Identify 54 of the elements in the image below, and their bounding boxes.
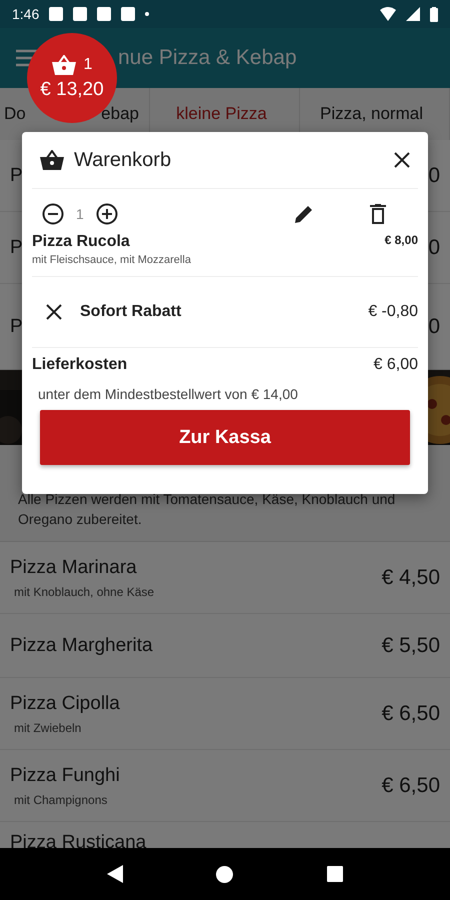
notification-icon <box>49 7 64 21</box>
cart-total: € 13,20 <box>40 79 104 101</box>
more-notifications-icon <box>145 12 150 16</box>
notification-icon <box>73 7 88 21</box>
notification-icon <box>97 7 112 21</box>
close-button[interactable] <box>394 152 410 168</box>
status-time: 1:46 <box>12 6 40 22</box>
app-title: nue Pizza & Kebap <box>118 46 297 70</box>
dialog-title: Warenkorb <box>74 148 172 172</box>
delivery-amount: € 6,00 <box>374 356 418 374</box>
item-description: mit Champignons <box>13 792 108 806</box>
item-price: € 6,50 <box>382 774 440 798</box>
basket-icon <box>52 55 76 75</box>
item-name: Pizza Funghi <box>10 764 120 786</box>
cart-item-name: Pizza Rucola <box>32 233 131 251</box>
recents-icon <box>327 866 344 882</box>
increase-button[interactable] <box>96 203 118 225</box>
edit-button[interactable] <box>294 204 314 224</box>
battery-icon <box>430 6 438 22</box>
item-name: Pizza Rusticana <box>10 832 146 848</box>
cart-count: 1 <box>84 56 92 74</box>
minimum-order-note: unter dem Mindestbestellwert von € 14,00 <box>37 385 299 402</box>
delivery-label: Lieferkosten <box>32 356 128 374</box>
decrease-button[interactable] <box>42 203 64 225</box>
cart-item-price: € 8,00 <box>384 233 418 247</box>
item-name: P <box>10 164 23 186</box>
item-name: Pizza Cipolla <box>10 692 120 714</box>
quantity: 1 <box>76 206 84 222</box>
remove-discount-button[interactable] <box>46 304 62 320</box>
item-name: P <box>10 316 23 338</box>
item-description: mit Knoblauch, ohne Käse <box>13 584 154 598</box>
item-price: € 4,50 <box>382 566 440 590</box>
discount-label: Sofort Rabatt <box>80 303 182 321</box>
category-tab[interactable]: Do <box>4 104 26 124</box>
back-icon <box>106 865 123 883</box>
item-name: Pizza Marinara <box>10 556 138 578</box>
basket-icon <box>40 150 64 170</box>
item-price: 0 <box>428 164 440 188</box>
item-name: P <box>10 236 23 258</box>
delete-button[interactable] <box>370 204 386 224</box>
item-price: € 6,50 <box>382 702 440 726</box>
cart-item-extras: mit Fleischsauce, mit Mozzarella <box>32 254 191 266</box>
item-price: € 5,50 <box>382 634 440 658</box>
checkout-button[interactable]: Zur Kassa <box>40 410 410 465</box>
item-name: Pizza Margherita <box>10 634 153 656</box>
home-icon <box>216 866 234 882</box>
item-price: 0 <box>428 236 440 260</box>
section-description: Alle Pizzen werden mit Tomatensauce, Käse, Knoblauch und Oregano zubereitet. <box>18 490 396 529</box>
discount-amount: € -0,80 <box>368 303 418 321</box>
wifi-icon <box>380 7 396 21</box>
notification-icon <box>121 7 136 21</box>
item-description: mit Zwiebeln <box>13 720 82 734</box>
signal-icon <box>406 7 420 21</box>
item-price: 0 <box>428 314 440 338</box>
